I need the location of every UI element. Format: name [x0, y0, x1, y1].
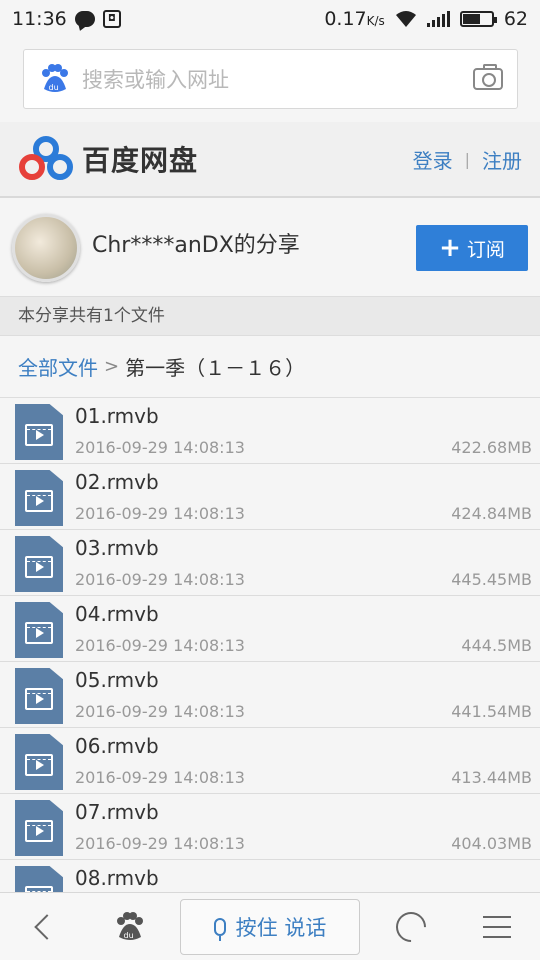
video-file-icon — [15, 536, 63, 592]
video-file-icon — [15, 668, 63, 724]
battery-icon — [459, 11, 497, 27]
status-time: 11:36 — [12, 8, 67, 30]
file-name: 08.rmvb — [75, 866, 159, 890]
back-button[interactable] — [0, 893, 86, 960]
file-date: 2016-09-29 14:08:13 — [75, 438, 245, 457]
app-notification-icon: ◘ — [102, 10, 121, 28]
status-bar: 11:36 ◘ 0.17K/s 62 — [0, 0, 540, 38]
file-row[interactable]: 02.rmvb 2016-09-29 14:08:13 424.84MB — [0, 464, 540, 530]
file-date: 2016-09-29 14:08:13 — [75, 636, 245, 655]
breadcrumb: 全部文件 > 第一季（１－１６） — [0, 336, 540, 398]
breadcrumb-separator: > — [104, 356, 120, 377]
subscribe-label: 订阅 — [466, 238, 505, 261]
file-size: 444.5MB — [461, 636, 532, 655]
svg-text:du: du — [49, 83, 59, 92]
video-file-icon — [15, 866, 63, 892]
menu-icon — [483, 915, 511, 938]
svg-text:du: du — [124, 931, 134, 940]
auth-links: 登录 | 注册 — [413, 145, 522, 174]
voice-input-button[interactable]: 按住 说话 — [180, 898, 360, 955]
file-count-bar: 本分享共有1个文件 — [0, 296, 540, 336]
microphone-icon — [213, 917, 226, 941]
breadcrumb-current: 第一季（１－１６） — [125, 356, 306, 380]
file-date: 2016-09-29 14:08:13 — [75, 504, 245, 523]
baidu-paw-icon: du — [117, 911, 143, 940]
file-name: 04.rmvb — [75, 602, 159, 626]
site-header: 百度网盘 登录 | 注册 — [0, 122, 540, 198]
camera-icon[interactable] — [473, 64, 503, 90]
avatar[interactable] — [12, 214, 80, 282]
file-name: 05.rmvb — [75, 668, 159, 692]
voice-label: 按住 说话 — [235, 915, 327, 940]
refresh-button[interactable] — [368, 893, 454, 960]
file-name: 02.rmvb — [75, 470, 159, 494]
video-file-icon — [15, 470, 63, 526]
video-file-icon — [15, 734, 63, 790]
share-info: Chr****anDX的分享 + 订阅 — [0, 200, 540, 296]
file-row[interactable]: 07.rmvb 2016-09-29 14:08:13 404.03MB — [0, 794, 540, 860]
video-file-icon — [15, 404, 63, 460]
baidu-paw-icon: du — [42, 64, 68, 92]
share-title: Chr****anDX的分享 — [92, 233, 300, 258]
subscribe-button[interactable]: + 订阅 — [416, 225, 528, 271]
brand-logo[interactable]: 百度网盘 — [18, 135, 198, 183]
wifi-icon — [395, 11, 416, 27]
file-name: 01.rmvb — [75, 404, 159, 428]
search-placeholder: 搜索或输入网址 — [82, 68, 229, 92]
register-link[interactable]: 注册 — [482, 145, 522, 174]
file-size: 441.54MB — [451, 702, 532, 721]
file-date: 2016-09-29 14:08:13 — [75, 834, 245, 853]
home-button[interactable]: du — [86, 893, 172, 960]
file-date: 2016-09-29 14:08:13 — [75, 702, 245, 721]
file-date: 2016-09-29 14:08:13 — [75, 570, 245, 589]
browser-bottom-bar: du 按住 说话 — [0, 892, 540, 960]
plus-icon: + — [439, 233, 461, 263]
file-size: 422.68MB — [451, 438, 532, 457]
signal-icon — [426, 11, 450, 27]
file-row[interactable]: 03.rmvb 2016-09-29 14:08:13 445.45MB — [0, 530, 540, 596]
battery-percent: 62 — [503, 8, 528, 30]
refresh-icon — [389, 905, 433, 948]
video-file-icon — [15, 602, 63, 658]
video-file-icon — [15, 800, 63, 856]
file-name: 07.rmvb — [75, 800, 159, 824]
login-link[interactable]: 登录 — [413, 145, 453, 174]
baidu-netdisk-logo-icon — [19, 136, 73, 180]
file-size: 445.45MB — [451, 570, 532, 589]
file-date: 2016-09-29 14:08:13 — [75, 768, 245, 787]
file-name: 06.rmvb — [75, 734, 159, 758]
file-row[interactable]: 01.rmvb 2016-09-29 14:08:13 422.68MB — [0, 398, 540, 464]
file-size: 413.44MB — [451, 768, 532, 787]
chevron-left-icon — [34, 913, 60, 940]
search-input[interactable]: du 搜索或输入网址 — [23, 49, 518, 109]
auth-separator: | — [464, 149, 470, 169]
search-bar-area: du 搜索或输入网址 — [0, 38, 540, 122]
file-size: 424.84MB — [451, 504, 532, 523]
network-speed: 0.17K/s — [324, 8, 385, 30]
file-row[interactable]: 06.rmvb 2016-09-29 14:08:13 413.44MB — [0, 728, 540, 794]
file-row[interactable]: 05.rmvb 2016-09-29 14:08:13 441.54MB — [0, 662, 540, 728]
file-row[interactable]: 08.rmvb — [0, 860, 540, 892]
file-size: 404.03MB — [451, 834, 532, 853]
file-row[interactable]: 04.rmvb 2016-09-29 14:08:13 444.5MB — [0, 596, 540, 662]
file-name: 03.rmvb — [75, 536, 159, 560]
message-notification-icon — [74, 11, 95, 27]
file-list: 01.rmvb 2016-09-29 14:08:13 422.68MB 02.… — [0, 398, 540, 892]
brand-name: 百度网盘 — [82, 144, 199, 177]
breadcrumb-root-link[interactable]: 全部文件 — [18, 352, 98, 381]
menu-button[interactable] — [454, 893, 540, 960]
